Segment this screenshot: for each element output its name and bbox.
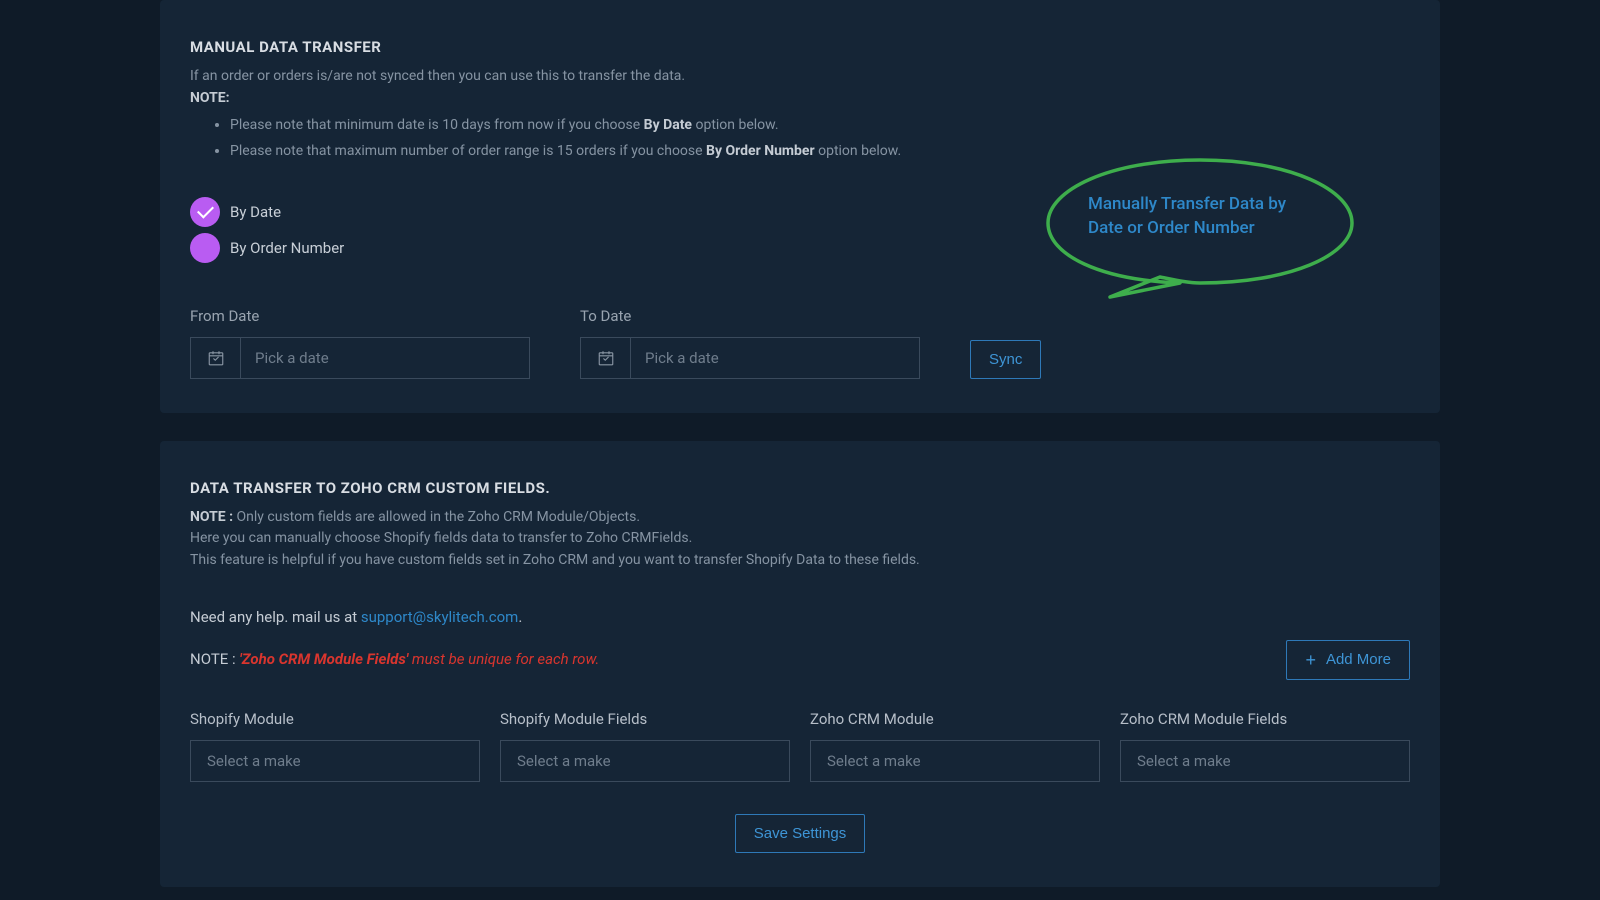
note-bullet: Please note that minimum date is 10 days… [230,113,1410,139]
panel-title: MANUAL DATA TRANSFER [190,38,1410,56]
transfer-mode-radios: By Date By Order Number [190,197,1410,263]
plus-icon: + [1305,651,1316,669]
column-label: Shopify Module Fields [500,710,790,728]
panel-title: DATA TRANSFER TO ZOHO CRM CUSTOM FIELDS. [190,479,1410,497]
column-label: Zoho CRM Module Fields [1120,710,1410,728]
help-line: Need any help. mail us at support@skylit… [190,608,1410,626]
zoho-crm-module-select[interactable]: Select a make [810,740,1100,782]
manual-data-transfer-panel: MANUAL DATA TRANSFER If an order or orde… [160,0,1440,413]
custom-fields-panel: DATA TRANSFER TO ZOHO CRM CUSTOM FIELDS.… [160,441,1440,887]
note-bullet: Please note that maximum number of order… [230,139,1410,165]
radio-label: By Order Number [230,239,344,257]
radio-by-date[interactable] [190,197,220,227]
radio-by-order-number[interactable] [190,233,220,263]
shopify-module-fields-select[interactable]: Select a make [500,740,790,782]
from-date-input[interactable]: Pick a date [190,337,530,379]
save-settings-button[interactable]: Save Settings [735,814,866,853]
column-label: Zoho CRM Module [810,710,1100,728]
panel-description: NOTE : Only custom fields are allowed in… [190,507,1410,572]
add-more-button[interactable]: + Add More [1286,640,1410,680]
radio-label: By Date [230,203,281,221]
calendar-icon [581,338,631,378]
sync-button[interactable]: Sync [970,340,1041,379]
to-date-label: To Date [580,307,920,325]
to-date-input[interactable]: Pick a date [580,337,920,379]
shopify-module-select[interactable]: Select a make [190,740,480,782]
panel-description: If an order or orders is/are not synced … [190,66,1410,165]
from-date-label: From Date [190,307,530,325]
calendar-icon [191,338,241,378]
zoho-crm-module-fields-select[interactable]: Select a make [1120,740,1410,782]
support-email-link[interactable]: support@skylitech.com [361,608,518,626]
column-label: Shopify Module [190,710,480,728]
